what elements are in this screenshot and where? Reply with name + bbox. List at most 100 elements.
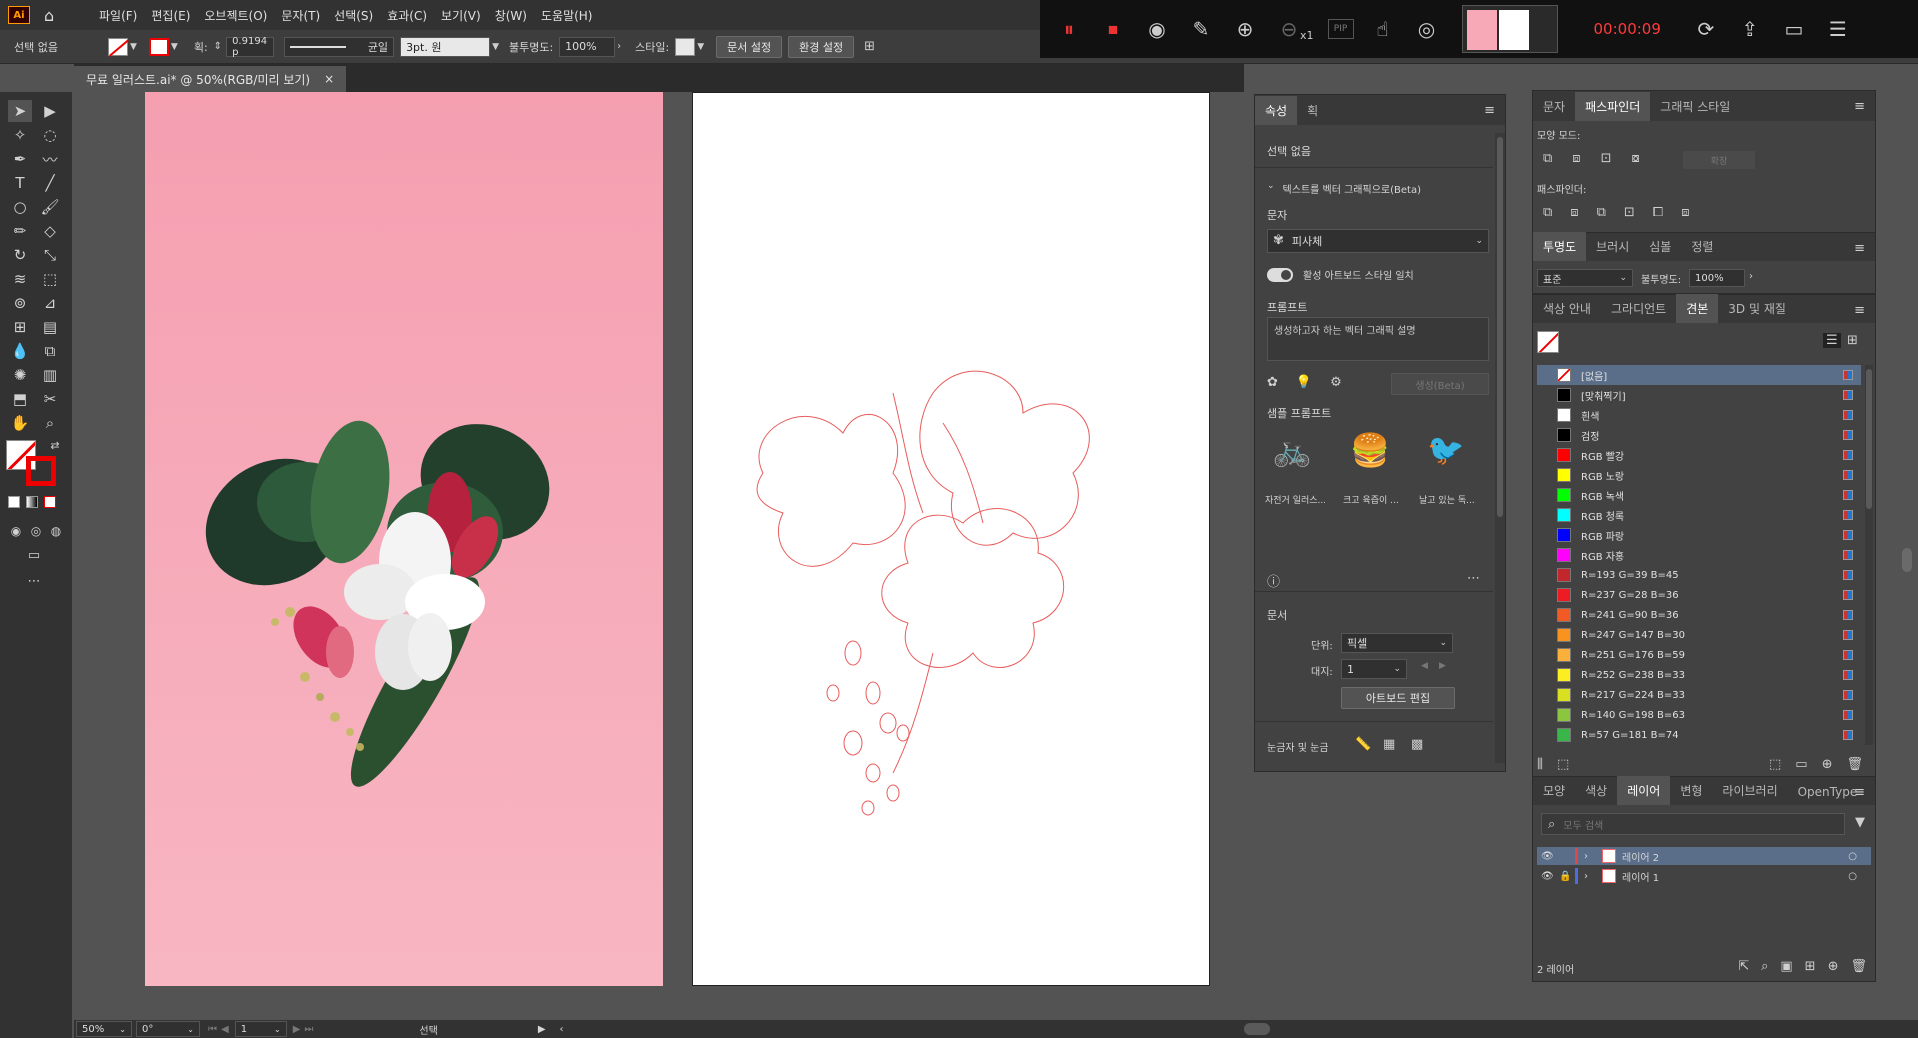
transparency-opacity-input[interactable]: 100% bbox=[1689, 269, 1745, 287]
swatch-row[interactable]: R=193 G=39 B=45 bbox=[1537, 565, 1861, 585]
grid-icon[interactable]: ▦ bbox=[1383, 737, 1395, 752]
swatch-row[interactable]: RGB 빨강 bbox=[1537, 445, 1861, 465]
mesh-icon[interactable]: ⊞ bbox=[8, 316, 32, 338]
screen-mode-icon[interactable]: ▭ bbox=[22, 544, 46, 566]
magic-wand-icon[interactable]: ✧ bbox=[8, 124, 32, 146]
zoom-in-icon[interactable]: ⊕ bbox=[1230, 14, 1260, 44]
tab-stroke[interactable]: 획 bbox=[1297, 96, 1328, 125]
tab-swatches[interactable]: 견본 bbox=[1676, 294, 1719, 323]
menu-object[interactable]: 오브젝트(O) bbox=[197, 7, 274, 24]
prompt-input[interactable]: 생성하고자 하는 벡터 그래픽 설명 bbox=[1267, 317, 1489, 361]
list-view-icon[interactable]: ☰ bbox=[1823, 333, 1841, 348]
target-icon[interactable]: ○ bbox=[1848, 871, 1857, 882]
clipping-mask-icon[interactable]: ▣ bbox=[1780, 959, 1792, 974]
tab-gradient[interactable]: 그라디언트 bbox=[1601, 294, 1676, 323]
menu-select[interactable]: 선택(S) bbox=[327, 7, 380, 24]
rotate-icon[interactable]: ↻ bbox=[8, 244, 32, 266]
gradient-mode-icon[interactable] bbox=[26, 496, 38, 508]
chevron-right-icon[interactable]: › bbox=[1749, 271, 1753, 282]
tab-graphic-styles[interactable]: 그래픽 스타일 bbox=[1650, 92, 1740, 121]
swatch-row[interactable]: RGB 파랑 bbox=[1537, 525, 1861, 545]
swatch-row[interactable]: RGB 청록 bbox=[1537, 505, 1861, 525]
preferences-button[interactable]: 환경 설정 bbox=[788, 35, 855, 58]
document-tab[interactable]: 무료 일러스트.ai* @ 50%(RGB/미리 보기) × bbox=[74, 66, 347, 92]
warp-icon[interactable]: ≋ bbox=[8, 268, 32, 290]
none-mode-icon[interactable] bbox=[44, 496, 56, 508]
transparency-grid-icon[interactable]: ▩ bbox=[1411, 737, 1423, 752]
hand-icon[interactable]: ✋ bbox=[8, 412, 32, 434]
search-icon[interactable]: ⌕ bbox=[1761, 959, 1768, 974]
chat-icon[interactable]: ▭ bbox=[1779, 14, 1809, 44]
status-menu-icon[interactable]: ▶ bbox=[538, 1024, 546, 1035]
layer-row[interactable]: 👁 🔒 › 레이어 1 ○ bbox=[1537, 867, 1871, 885]
stroke-profile-dropdown[interactable]: 균일 bbox=[284, 36, 395, 57]
more-options-icon[interactable]: ⋯ bbox=[1467, 571, 1480, 586]
text-to-vector-header[interactable]: ⌄ 텍스트를 벡터 그래픽으로(Beta) bbox=[1267, 181, 1421, 196]
artboard-tool-icon[interactable]: ⬒ bbox=[8, 388, 32, 410]
perspective-icon[interactable]: ⊿ bbox=[38, 292, 62, 314]
opacity-input[interactable]: 100% bbox=[559, 36, 616, 57]
crop-icon[interactable]: ⊡ bbox=[1624, 205, 1635, 220]
swatch-kind-icon[interactable]: ⬚ bbox=[1557, 757, 1569, 772]
prev-artboard-icon[interactable]: ◀ bbox=[221, 1024, 229, 1035]
intersect-icon[interactable]: ⊡ bbox=[1601, 151, 1612, 166]
unit-dropdown[interactable]: 픽셀 ⌄ bbox=[1341, 633, 1453, 653]
exclude-icon[interactable]: ⧇ bbox=[1631, 151, 1639, 166]
export-icon[interactable]: ⇱ bbox=[1738, 959, 1749, 974]
panel-menu-icon[interactable]: ≡ bbox=[1484, 103, 1495, 118]
scale-icon[interactable]: ⤡ bbox=[38, 244, 62, 266]
minus-front-icon[interactable]: ⧈ bbox=[1572, 151, 1580, 166]
target-icon[interactable]: ○ bbox=[1848, 851, 1857, 862]
artboard-photo[interactable] bbox=[145, 92, 663, 986]
trash-icon[interactable]: 🗑 bbox=[1846, 757, 1863, 772]
cursor-effect-icon[interactable]: ☝ bbox=[1368, 14, 1398, 44]
chevron-down-icon[interactable]: ▼ bbox=[492, 42, 499, 52]
filter-icon[interactable]: ▼ bbox=[1855, 815, 1865, 830]
artboard-outline[interactable] bbox=[692, 92, 1210, 986]
pen-tool-icon[interactable]: ✒ bbox=[8, 148, 32, 170]
line-tool-icon[interactable]: ╱ bbox=[38, 172, 62, 194]
panel-menu-icon[interactable]: ≡ bbox=[1854, 241, 1865, 256]
stop-icon[interactable]: ⏹ bbox=[1098, 14, 1128, 44]
new-sublayer-icon[interactable]: ⊞ bbox=[1805, 959, 1816, 974]
tab-properties[interactable]: 속성 bbox=[1255, 96, 1298, 125]
settings-icon[interactable]: ☰ bbox=[1823, 14, 1853, 44]
slice-icon[interactable]: ✂ bbox=[38, 388, 62, 410]
swatch-row[interactable]: R=140 G=198 B=63 bbox=[1537, 705, 1861, 725]
style-picker-icon[interactable]: ✿ bbox=[1267, 375, 1278, 390]
eye-icon[interactable]: ◎ bbox=[1412, 14, 1442, 44]
ruler-icon[interactable]: 📏 bbox=[1355, 737, 1371, 752]
document-setup-button[interactable]: 문서 설정 bbox=[716, 35, 783, 58]
pencil-icon[interactable]: ✎ bbox=[1186, 14, 1216, 44]
home-icon[interactable]: ⌂ bbox=[44, 6, 62, 25]
pip-icon[interactable]: PIP bbox=[1327, 19, 1354, 39]
lock-icon[interactable]: 🔒 bbox=[1559, 871, 1575, 882]
menu-type[interactable]: 문자(T) bbox=[274, 7, 327, 24]
color-mode-icon[interactable] bbox=[8, 496, 20, 508]
graph-icon[interactable]: ▥ bbox=[38, 364, 62, 386]
swap-colors-icon[interactable]: ⇄ bbox=[48, 438, 62, 452]
tab-layers[interactable]: 레이어 bbox=[1617, 776, 1671, 805]
edit-artboard-button[interactable]: 아트보드 편집 bbox=[1341, 687, 1455, 709]
swatch-options-icon[interactable]: ⬚ bbox=[1769, 757, 1781, 772]
swatch-row[interactable]: R=241 G=90 B=36 bbox=[1537, 605, 1861, 625]
menu-effect[interactable]: 효과(C) bbox=[380, 7, 434, 24]
horizontal-scroll-thumb[interactable] bbox=[1244, 1023, 1270, 1035]
info-icon[interactable]: ⓘ bbox=[1267, 571, 1280, 590]
merge-icon[interactable]: ⧉ bbox=[1597, 205, 1606, 220]
eye-icon[interactable]: 👁 bbox=[1541, 871, 1559, 882]
tab-color-guide[interactable]: 색상 안내 bbox=[1533, 294, 1601, 323]
tab-appearance[interactable]: 모양 bbox=[1533, 776, 1575, 805]
lightbulb-icon[interactable]: 💡 bbox=[1296, 375, 1312, 390]
stroke-weight-input[interactable]: 0.9194 p bbox=[226, 36, 275, 58]
fill-swatch[interactable] bbox=[108, 37, 128, 56]
rotation-dropdown[interactable]: 0° ⌄ bbox=[136, 1021, 200, 1037]
color-group-icon[interactable]: ▭ bbox=[1795, 757, 1807, 772]
lasso-icon[interactable]: ◌ bbox=[38, 124, 62, 146]
swatch-row[interactable]: R=251 G=176 B=59 bbox=[1537, 645, 1861, 665]
tab-character[interactable]: 문자 bbox=[1533, 92, 1575, 121]
properties-scrollbar[interactable] bbox=[1495, 133, 1505, 763]
eyedropper-icon[interactable]: 💧 bbox=[8, 340, 32, 362]
free-transform-icon[interactable]: ⬚ bbox=[38, 268, 62, 290]
swatch-row[interactable]: 검정 bbox=[1537, 425, 1861, 445]
